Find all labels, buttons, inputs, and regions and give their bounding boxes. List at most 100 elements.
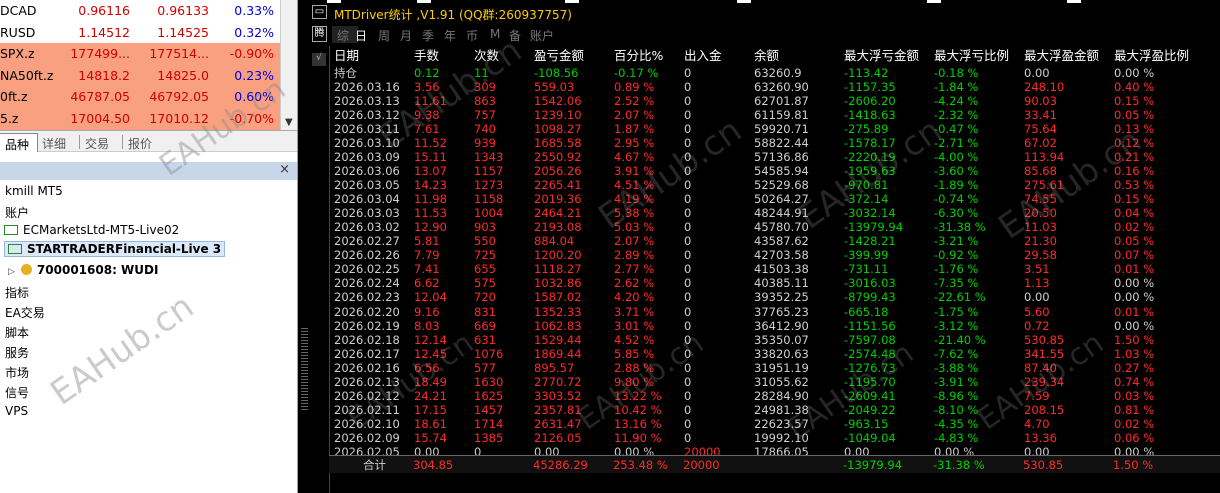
quote-row[interactable]: NA50ft.z 14818.2 14825.0 0.23% bbox=[0, 64, 280, 87]
col-header-percent[interactable]: 百分比% bbox=[614, 49, 663, 63]
nav-account-startrader[interactable]: STARTRADERFinancial-Live 3 bbox=[4, 241, 226, 260]
col-header-date[interactable]: 日期 bbox=[334, 49, 359, 63]
cell-deposit: 0 bbox=[684, 388, 692, 403]
nav-market[interactable]: 市场 bbox=[5, 364, 29, 381]
cell-balance: 54585.94 bbox=[754, 164, 809, 179]
col-header-max-float-loss-pct[interactable]: 最大浮亏比例 bbox=[934, 49, 1009, 63]
chart-strip bbox=[299, 0, 307, 493]
cell-date: 2026.02.25 bbox=[334, 262, 400, 277]
nav-indicators[interactable]: 指标 bbox=[5, 284, 29, 301]
cell-pnl: 1098.27 bbox=[534, 122, 582, 137]
nav-user-account[interactable]: ▷ 700001608: WUDI bbox=[8, 263, 158, 281]
nav-expert-advisors[interactable]: EA交易 bbox=[5, 304, 45, 321]
cell-pnl: 1529.44 bbox=[534, 332, 582, 347]
nav-account-ecmarkets[interactable]: ECMarketsLtd-MT5-Live02 bbox=[4, 223, 179, 241]
tab-daily[interactable]: 日 bbox=[355, 27, 367, 44]
col-header-deposit[interactable]: 出入金 bbox=[684, 49, 722, 63]
quote-row[interactable]: SPX.z 177499... 177514... -0.90% bbox=[0, 43, 280, 65]
cell-max-float-loss-pct: -3.91 % bbox=[934, 374, 979, 389]
cell-deposit: 0 bbox=[684, 80, 692, 95]
cell-max-float-profit-pct: 0.05 % bbox=[1114, 234, 1155, 249]
tab-yearly[interactable]: 年 bbox=[444, 27, 456, 44]
quote-row[interactable]: DCAD 0.96116 0.96133 0.33% bbox=[0, 0, 280, 22]
cell-max-float-profit-pct: 0.00 % bbox=[1114, 66, 1155, 80]
tab-monthly[interactable]: 月 bbox=[400, 27, 412, 44]
col-header-max-float-profit-pct[interactable]: 最大浮盈比例 bbox=[1114, 49, 1189, 63]
tab-weekly[interactable]: 周 bbox=[378, 27, 390, 44]
cell-balance: 41503.38 bbox=[754, 262, 809, 277]
summary-date: 合计 bbox=[363, 458, 386, 472]
scroll-down-icon[interactable]: ▼ bbox=[285, 117, 293, 128]
stats-panel: ▭ MTDriver统计 ,V1.91 (QQ群:260937757) 腾 综 … bbox=[308, 4, 1220, 493]
nav-scripts[interactable]: 脚本 bbox=[5, 324, 29, 341]
stats-tabs: 腾 综 日 周 月 季 年 币 M 备 账户 bbox=[308, 26, 1220, 44]
cell-lots: 14.23 bbox=[414, 178, 447, 193]
cell-max-float-loss-pct: -22.61 % bbox=[934, 290, 986, 305]
cell-deposit: 0 bbox=[684, 164, 692, 179]
col-header-max-float-loss[interactable]: 最大浮亏金额 bbox=[844, 49, 919, 63]
col-header-max-float-profit[interactable]: 最大浮盈金额 bbox=[1024, 49, 1099, 63]
col-header-lots[interactable]: 手数 bbox=[414, 49, 439, 63]
summary-percent: 253.48 % bbox=[613, 458, 668, 472]
checkmark-icon[interactable]: √ bbox=[312, 53, 326, 66]
tab-quotes[interactable]: 报价 bbox=[120, 133, 160, 152]
tab-symbols[interactable]: 品种 bbox=[0, 133, 39, 152]
tab-notes[interactable]: 备 bbox=[509, 27, 521, 44]
nav-broker[interactable]: kmill MT5 bbox=[5, 184, 63, 198]
minimize-button[interactable]: ▭ bbox=[312, 5, 327, 19]
tab-magic[interactable]: M bbox=[490, 27, 500, 41]
quote-change: 0.60% bbox=[234, 89, 274, 104]
cell-percent: 13.16 % bbox=[614, 416, 662, 431]
cell-max-float-loss: -2220.19 bbox=[844, 150, 896, 165]
quote-row[interactable]: RUSD 1.14512 1.14525 0.32% bbox=[0, 22, 280, 44]
col-header-count[interactable]: 次数 bbox=[474, 49, 499, 63]
stats-titlebar: ▭ MTDriver统计 ,V1.91 (QQ群:260937757) bbox=[308, 4, 1220, 22]
cell-max-float-profit-pct: 0.06 % bbox=[1114, 430, 1155, 445]
nav-accounts[interactable]: 账户 bbox=[5, 204, 29, 221]
cell-date: 2026.02.11 bbox=[334, 402, 400, 417]
cell-pnl: 2265.41 bbox=[534, 178, 582, 193]
nav-services[interactable]: 服务 bbox=[5, 344, 29, 361]
quote-row[interactable]: 0ft.z 46787.05 46792.05 0.60% bbox=[0, 86, 280, 108]
cell-pnl: 1352.33 bbox=[534, 304, 582, 319]
cell-deposit: 0 bbox=[684, 234, 692, 249]
summary-max-float-profit: 530.85 bbox=[1023, 458, 1064, 472]
cell-pnl: 1587.02 bbox=[534, 290, 582, 305]
col-header-balance[interactable]: 余额 bbox=[754, 49, 779, 63]
cell-balance: 22623.57 bbox=[754, 416, 809, 431]
summary-deposit: 20000 bbox=[683, 458, 720, 472]
cell-max-float-loss: -13979.94 bbox=[844, 220, 904, 235]
cell-count: 903 bbox=[474, 220, 496, 235]
cell-deposit: 0 bbox=[684, 416, 692, 431]
close-icon[interactable]: × bbox=[279, 162, 290, 177]
cell-percent: 4.19 % bbox=[614, 192, 655, 207]
nav-signals[interactable]: 信号 bbox=[5, 384, 29, 401]
tab-details[interactable]: 详细 bbox=[34, 133, 74, 152]
tab-quarterly[interactable]: 季 bbox=[422, 27, 434, 44]
expand-arrow-icon[interactable]: ▷ bbox=[8, 267, 15, 277]
tab-trading[interactable]: 交易 bbox=[77, 133, 117, 152]
cell-lots: 7.41 bbox=[414, 262, 440, 277]
cell-lots: 9.16 bbox=[414, 304, 440, 319]
tab-boxed[interactable]: 腾 bbox=[312, 26, 327, 42]
cell-lots: 6.56 bbox=[414, 360, 440, 375]
quote-row[interactable]: 5.z 17004.50 17010.12 -0.70% bbox=[0, 107, 280, 130]
cell-date: 2026.02.26 bbox=[334, 248, 400, 263]
cell-pnl: 2193.08 bbox=[534, 220, 582, 235]
nav-vps[interactable]: VPS bbox=[5, 404, 28, 418]
cell-balance: 48244.91 bbox=[754, 206, 809, 221]
tab-account[interactable]: 账户 bbox=[530, 27, 554, 44]
cell-pnl: 884.04 bbox=[534, 234, 575, 249]
chart-tick bbox=[1067, 0, 1081, 3]
cell-date: 2026.03.16 bbox=[334, 80, 400, 95]
selected-account[interactable]: STARTRADERFinancial-Live 3 bbox=[4, 241, 226, 257]
cell-percent: 2.88 % bbox=[614, 360, 655, 375]
tab-currency[interactable]: 币 bbox=[466, 27, 478, 44]
tab-overview[interactable]: 综 bbox=[337, 27, 349, 44]
cell-max-float-profit: 29.58 bbox=[1024, 248, 1057, 263]
cell-deposit: 0 bbox=[684, 248, 692, 263]
col-header-pnl[interactable]: 盈亏金额 bbox=[534, 49, 584, 63]
market-watch-scrollbar[interactable]: ▼ bbox=[280, 0, 297, 130]
cell-max-float-loss: -1428.21 bbox=[844, 234, 896, 249]
cell-max-float-profit-pct: 0.05 % bbox=[1114, 108, 1155, 123]
